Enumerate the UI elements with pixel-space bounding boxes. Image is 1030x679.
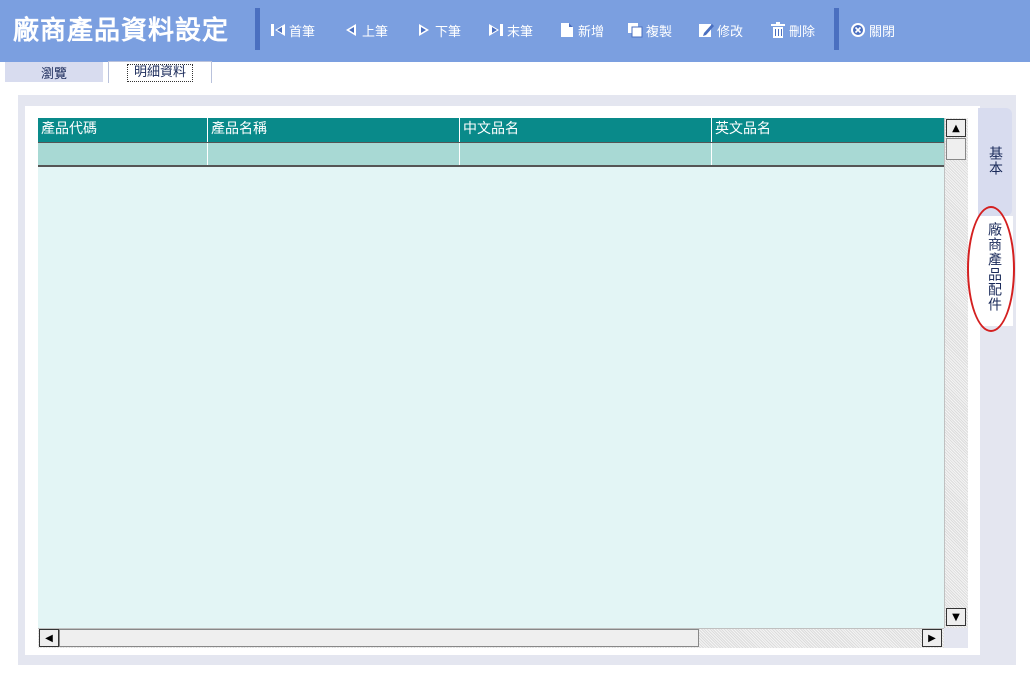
table-cell[interactable] bbox=[460, 143, 712, 165]
horizontal-scroll-thumb[interactable] bbox=[59, 629, 699, 647]
table-cell[interactable] bbox=[712, 143, 944, 165]
last-record-button[interactable]: 末筆 bbox=[488, 20, 533, 40]
toolbar-divider bbox=[834, 8, 839, 50]
delete-record-label: 刪除 bbox=[789, 24, 816, 40]
edit-icon bbox=[698, 22, 714, 38]
arrow-left-icon: ◀ bbox=[45, 632, 53, 644]
new-document-icon bbox=[559, 22, 575, 38]
tab-browse[interactable]: 瀏覽 bbox=[5, 62, 103, 82]
new-record-button[interactable]: 新增 bbox=[559, 20, 604, 40]
new-record-label: 新增 bbox=[578, 24, 605, 40]
grid-header: 產品代碼 產品名稱 中文品名 英文品名 bbox=[38, 118, 944, 142]
column-header-chinese-name[interactable]: 中文品名 bbox=[460, 118, 712, 142]
copy-record-label: 複製 bbox=[646, 24, 673, 40]
first-record-icon bbox=[270, 22, 286, 38]
side-tab-basic[interactable]: 基本 bbox=[978, 108, 1012, 216]
first-record-button[interactable]: 首筆 bbox=[270, 20, 315, 40]
scrollbar-corner bbox=[944, 628, 968, 648]
scroll-left-button[interactable]: ◀ bbox=[39, 629, 59, 647]
arrow-up-icon: ▲ bbox=[952, 122, 960, 134]
next-record-button[interactable]: 下筆 bbox=[416, 20, 461, 40]
table-cell[interactable] bbox=[38, 143, 208, 165]
close-label: 關閉 bbox=[869, 24, 896, 40]
copy-icon bbox=[627, 22, 643, 38]
last-record-icon bbox=[488, 22, 504, 38]
table-cell[interactable] bbox=[208, 143, 460, 165]
side-tab-basic-label: 基本 bbox=[987, 146, 1003, 176]
scroll-right-button[interactable]: ▶ bbox=[922, 629, 942, 647]
first-record-label: 首筆 bbox=[289, 24, 316, 40]
edit-record-label: 修改 bbox=[717, 24, 744, 40]
toolbar-divider bbox=[255, 8, 260, 50]
vertical-scroll-thumb[interactable] bbox=[946, 138, 966, 160]
previous-record-button[interactable]: 上筆 bbox=[343, 20, 388, 40]
vertical-scrollbar[interactable]: ▲ ▼ bbox=[944, 118, 968, 628]
header-bar: 廠商產品資料設定 首筆 上筆 下筆 末筆 新增 複製 修改 刪除 關閉 bbox=[0, 0, 1030, 62]
next-record-label: 下筆 bbox=[435, 24, 462, 40]
next-record-icon bbox=[416, 22, 432, 38]
arrow-down-icon: ▼ bbox=[952, 611, 960, 623]
arrow-right-icon: ▶ bbox=[928, 632, 936, 644]
tab-browse-label: 瀏覽 bbox=[40, 66, 67, 82]
table-row[interactable] bbox=[38, 142, 944, 167]
previous-record-icon bbox=[343, 22, 359, 38]
last-record-label: 末筆 bbox=[507, 24, 534, 40]
trash-icon bbox=[770, 22, 786, 38]
side-tab-product-parts-label: 廠商產品配件 bbox=[986, 222, 1002, 312]
copy-record-button[interactable]: 複製 bbox=[627, 20, 672, 40]
column-header-english-name[interactable]: 英文品名 bbox=[712, 118, 944, 142]
side-tab-product-parts[interactable]: 廠商產品配件 bbox=[975, 216, 1013, 326]
column-header-product-name[interactable]: 產品名稱 bbox=[208, 118, 460, 142]
scroll-down-button[interactable]: ▼ bbox=[946, 608, 966, 626]
page-title: 廠商產品資料設定 bbox=[13, 16, 230, 46]
delete-record-button[interactable]: 刪除 bbox=[770, 20, 815, 40]
close-button[interactable]: 關閉 bbox=[850, 20, 895, 40]
horizontal-scrollbar[interactable]: ◀ ▶ bbox=[38, 628, 944, 648]
tab-detail[interactable]: 明細資料 bbox=[108, 61, 212, 83]
scroll-up-button[interactable]: ▲ bbox=[946, 119, 966, 137]
close-circle-icon bbox=[850, 22, 866, 38]
column-header-product-code[interactable]: 產品代碼 bbox=[38, 118, 208, 142]
edit-record-button[interactable]: 修改 bbox=[698, 20, 743, 40]
previous-record-label: 上筆 bbox=[362, 24, 389, 40]
tab-detail-label: 明細資料 bbox=[126, 63, 193, 82]
data-grid[interactable] bbox=[38, 118, 944, 628]
